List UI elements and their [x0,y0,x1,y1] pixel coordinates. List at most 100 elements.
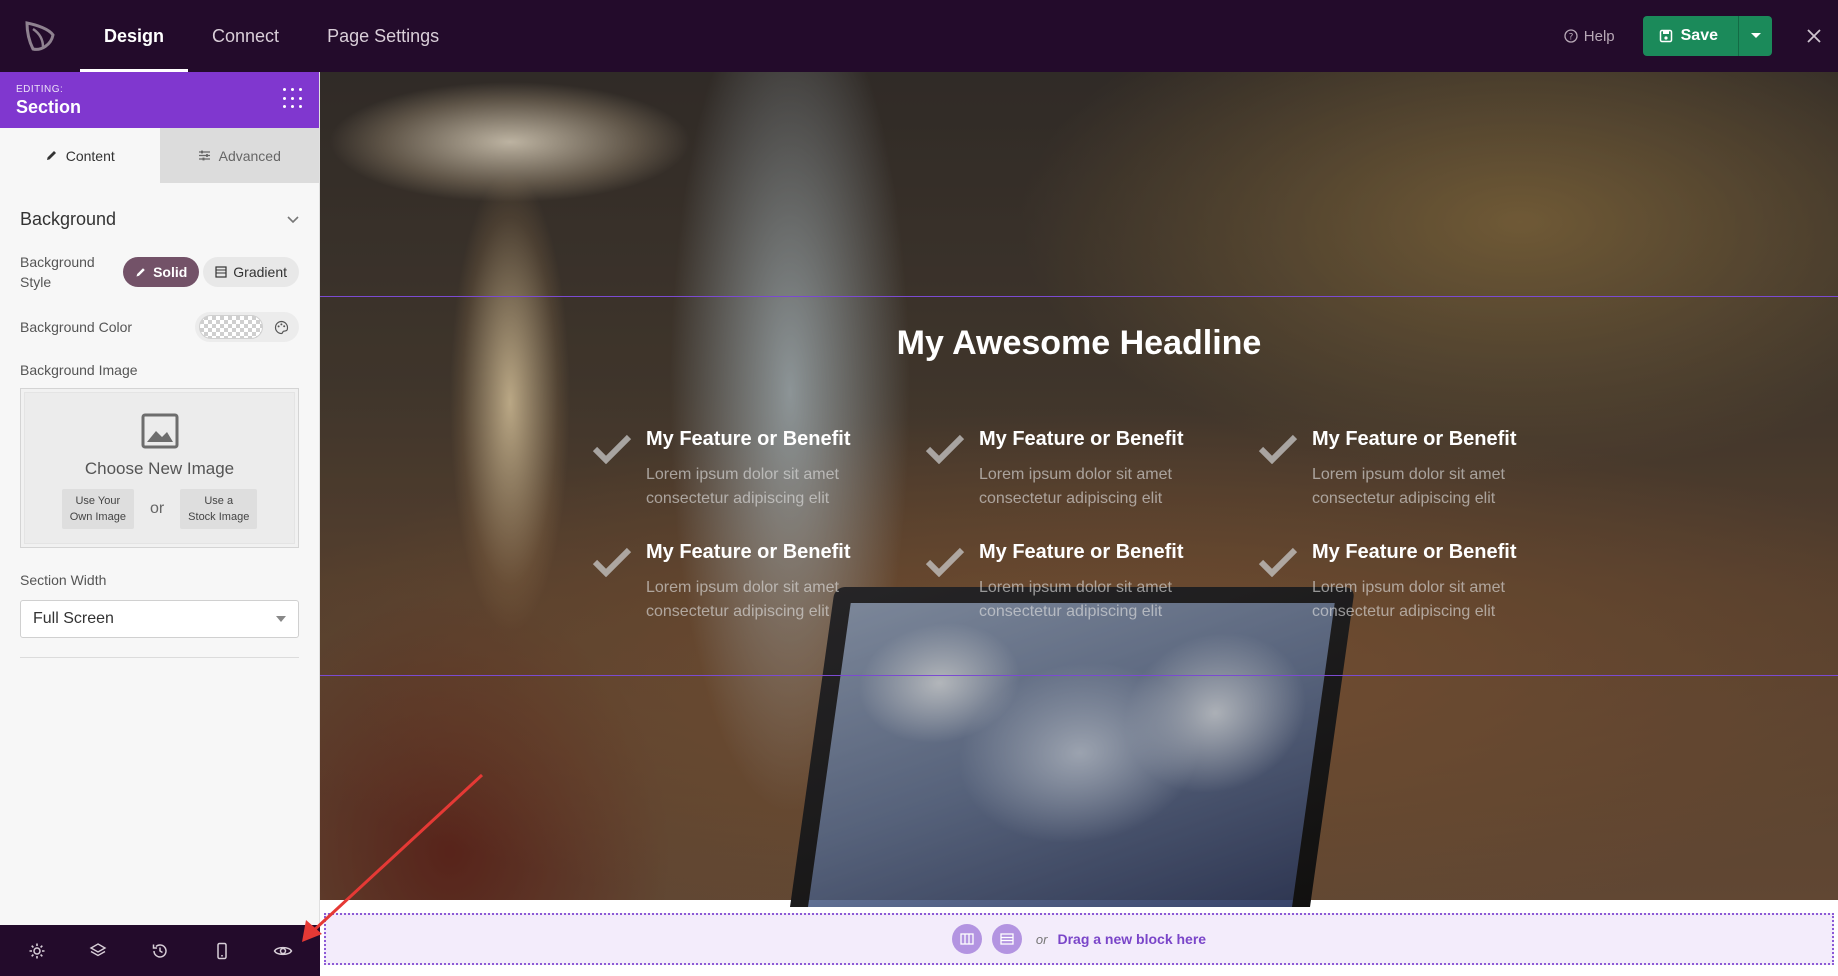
background-style-row: Background Style Solid Gradient [0,252,319,292]
use-stock-image-line1: Use a [204,495,234,507]
paint-brush-icon [136,268,145,277]
background-section-toggle[interactable]: Background [0,209,319,230]
sidebar-panel: EDITING: Section Content Advanced Backgr… [0,72,320,976]
history-icon [152,943,167,958]
feature-item[interactable]: My Feature or Benefit Lorem ipsum dolor s… [592,541,925,624]
sliders-icon [198,150,210,161]
save-label: Save [1680,27,1718,44]
select-caret-icon [276,616,286,622]
choose-new-image-link[interactable]: Choose New Image [85,459,234,479]
settings-button[interactable] [17,931,57,971]
layers-button[interactable] [78,931,118,971]
tab-design[interactable]: Design [80,0,189,72]
background-image-label: Background Image [20,362,138,378]
tab-advanced-label: Advanced [218,147,281,164]
pencil-icon [46,151,56,160]
tab-page-settings[interactable]: Page Settings [303,0,463,72]
editing-target: Section [16,97,82,117]
headline[interactable]: My Awesome Headline [320,324,1838,363]
feature-body: Lorem ipsum dolor sit amet consectetur a… [979,579,1172,620]
gradient-icon [215,266,227,278]
section-width-select[interactable]: Full Screen [20,600,299,638]
checkmark-icon [1258,547,1298,578]
drop-zone-or: or [1035,931,1048,947]
background-heading: Background [20,209,117,229]
rows-icon [1000,933,1014,945]
gear-icon [29,943,45,958]
save-options-dropdown[interactable] [1738,16,1772,56]
transparent-swatch [199,315,263,339]
save-button[interactable]: Save [1642,16,1738,56]
checkmark-icon [592,547,632,578]
mobile-icon [216,942,227,959]
help-icon: ? [1564,29,1578,43]
feature-title: My Feature or Benefit [646,541,851,563]
tab-content[interactable]: Content [0,128,160,183]
tab-advanced[interactable]: Advanced [159,128,319,183]
checkmark-icon [1258,434,1298,465]
help-label: Help [1583,27,1615,45]
feature-body: Lorem ipsum dolor sit amet consectetur a… [646,466,839,507]
background-color-row: Background Color [0,312,319,342]
checkmark-icon [925,547,965,578]
caret-down-icon [1750,33,1761,38]
checkmark-icon [925,434,965,465]
image-placeholder-icon[interactable] [141,413,179,449]
chevron-down-icon [287,215,299,223]
drag-block-text: Drag a new block here [1057,931,1207,947]
use-stock-image-line2: Stock Image [188,511,250,523]
feature-item[interactable]: My Feature or Benefit Lorem ipsum dolor s… [1258,428,1591,511]
editing-header: EDITING: Section [0,72,319,128]
background-color-label: Background Color [20,319,133,335]
feature-item[interactable]: My Feature or Benefit Lorem ipsum dolor s… [925,541,1258,624]
background-image-row: Background Image [0,360,319,380]
background-color-picker[interactable] [195,312,299,342]
top-bar: Design Connect Page Settings ? Help Save [0,0,1838,72]
style-gradient-label: Gradient [233,264,287,280]
feature-item[interactable]: My Feature or Benefit Lorem ipsum dolor s… [925,428,1258,511]
add-columns-button[interactable] [951,924,982,954]
style-solid-label: Solid [153,264,188,280]
close-button[interactable] [1796,18,1832,54]
palette-icon [274,320,289,334]
divider [20,657,299,658]
block-drop-zone[interactable]: or Drag a new block here [324,913,1834,965]
section-width-row: Section Width [0,570,319,590]
use-stock-image-button[interactable]: Use a Stock Image [180,489,258,529]
help-link[interactable]: ? Help [1564,28,1615,45]
revisions-button[interactable] [140,931,180,971]
panel-tabs: Content Advanced [0,128,319,183]
feature-body: Lorem ipsum dolor sit amet consectetur a… [1312,466,1505,507]
layers-icon [89,942,107,956]
mobile-preview-button[interactable] [202,931,242,971]
style-gradient-button[interactable]: Gradient [203,257,299,287]
add-section-button[interactable] [991,924,1022,954]
eye-icon [273,946,293,955]
page-canvas: My Awesome Headline My Feature or Benefi… [320,72,1838,976]
feature-body: Lorem ipsum dolor sit amet consectetur a… [1312,579,1505,620]
bottom-toolbar [0,925,320,976]
background-style-toggle: Solid Gradient [123,257,299,287]
seedprod-logo-icon[interactable] [0,0,80,72]
tab-connect[interactable]: Connect [188,0,303,72]
background-style-label: Background Style [20,254,95,290]
style-solid-button[interactable]: Solid [123,257,200,287]
feature-title: My Feature or Benefit [1312,428,1517,450]
feature-title: My Feature or Benefit [1312,541,1517,563]
feature-title: My Feature or Benefit [646,428,851,450]
image-or-text: or [149,500,165,517]
preview-button[interactable] [263,931,303,971]
feature-body: Lorem ipsum dolor sit amet consectetur a… [646,579,839,620]
feature-item[interactable]: My Feature or Benefit Lorem ipsum dolor s… [1258,541,1591,624]
drag-handle-icon[interactable] [283,88,303,110]
feature-item[interactable]: My Feature or Benefit Lorem ipsum dolor s… [592,428,925,511]
use-own-image-line1: Use Your [75,495,121,507]
feature-title: My Feature or Benefit [979,428,1184,450]
checkmark-icon [592,434,632,465]
use-own-image-line2: Own Image [69,511,126,523]
svg-text:?: ? [1568,33,1573,43]
section-width-label: Section Width [20,572,107,588]
save-icon [1659,29,1672,43]
use-own-image-button[interactable]: Use Your Own Image [61,489,134,529]
background-image-picker: Choose New Image Use Your Own Image or U… [20,388,299,548]
